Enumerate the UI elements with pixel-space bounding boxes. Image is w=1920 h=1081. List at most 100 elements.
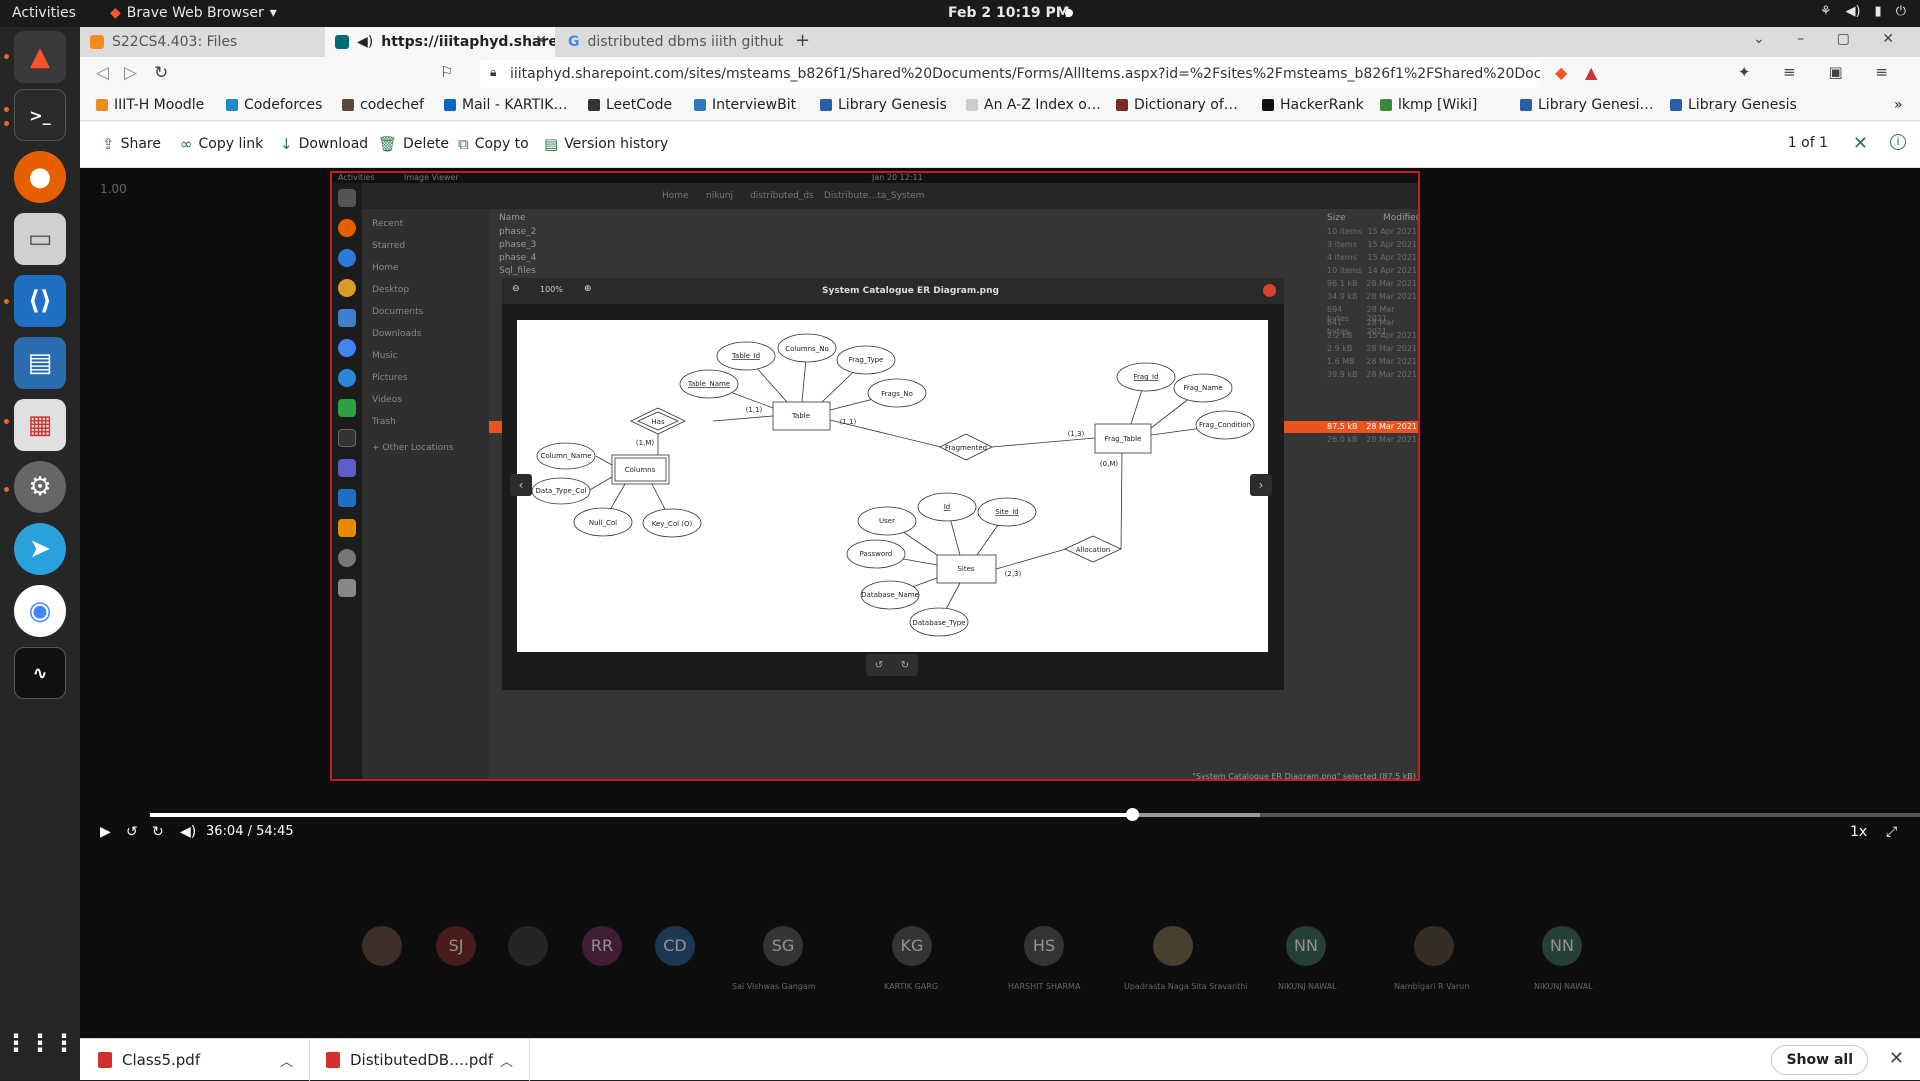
activities-button[interactable]: Activities [12,5,76,21]
brave-dock-icon[interactable]: ▲ [14,31,66,83]
link-icon: ∞ [180,135,193,153]
files-dock-icon[interactable]: ▭ [14,213,66,265]
bookmark-leetcode[interactable]: LeetCode [588,97,672,113]
seek-bar[interactable] [150,808,1920,821]
download-filename: Class5.pdf [122,1051,201,1069]
writer-dock-icon[interactable]: ▤ [14,337,66,389]
next-image-icon: › [1250,474,1272,496]
fullscreen-icon[interactable]: ⤢ [1886,824,1897,840]
google-icon: G [568,34,580,50]
volume-icon[interactable]: ◀) [180,824,196,840]
brave-shields-icon[interactable]: ◆ [1555,63,1567,82]
document-viewer-dock-icon[interactable]: ▦ [14,399,66,451]
app-menu[interactable]: ◆ Brave Web Browser ▾ [110,5,277,21]
bookmark-libgen-1[interactable]: Library Genesis [820,97,947,113]
power-icon: ⏻ [1895,4,1906,19]
svg-text:(1,3): (1,3) [1068,430,1085,438]
file-manager-header: Home nikunj distributed_ds Distribute…ta… [362,183,1418,209]
download-button[interactable]: ↓ Download [280,135,368,153]
forward-10-icon[interactable]: ↻ [152,824,164,840]
rotate-right-icon: ↻ [900,659,910,671]
tab-sharepoint[interactable]: ◀) https://iiitaphyd.sharep ✕ [325,27,555,57]
bookmark-interviewbit[interactable]: InterviewBit [694,97,796,113]
chevron-up-icon[interactable]: ︿ [500,1051,513,1070]
vscode-dock-icon[interactable]: ⟨⟩ [14,275,66,327]
bookmark-libgen-3[interactable]: Library Genesis [1670,97,1797,113]
seek-handle[interactable] [1126,808,1140,821]
participant-avatar: CD [655,926,695,966]
close-tab-icon[interactable]: ✕ [535,33,547,49]
tab-label: distributed dbms iiith github [587,34,784,50]
rewind-10-icon[interactable]: ↺ [126,824,138,840]
window-controls[interactable]: ⌄ – ▢ ✕ [1753,31,1908,47]
back-icon[interactable]: ◁ [96,63,109,83]
tab-label: https://iiitaphyd.sharep [381,34,555,50]
bookmark-codechef[interactable]: codechef [342,97,424,113]
rotate-left-icon: ↺ [874,659,884,671]
bookmark-dictionary[interactable]: Dictionary of… [1116,97,1238,113]
settings-dock-icon[interactable]: ⚙ [14,461,66,513]
chevron-up-icon[interactable]: ︿ [280,1051,293,1070]
copy-link-button[interactable]: ∞ Copy link [180,135,263,153]
new-tab-icon[interactable]: + [795,30,810,51]
participant-avatar: KG [892,926,932,966]
svg-text:(0,M): (0,M) [1100,460,1118,468]
playback-speed[interactable]: 1x [1850,824,1867,840]
svg-text:Password: Password [860,550,893,558]
er-diagram-svg: Table Columns Frag_Table Sites Has Fragm… [531,333,1255,637]
svg-text:(2,3): (2,3) [1005,570,1022,578]
zoom-out-icon: ⊖ [512,284,520,294]
tab-label: S22CS4.403: Files [112,34,238,50]
chevron-down-icon: ▾ [269,5,277,21]
terminal-dock-icon[interactable]: >_ [14,89,66,141]
moodle-icon [90,35,104,49]
url-field[interactable]: 🔒︎ iiitaphyd.sharepoint.com/sites/msteam… [480,60,1540,88]
previous-image-icon: ‹ [510,474,532,496]
brave-rewards-icon[interactable]: ▲ [1585,63,1597,82]
download-item[interactable]: Class5.pdf ︿ [80,1039,310,1081]
bookmark-hackerrank[interactable]: HackerRank [1262,97,1364,113]
tab-files[interactable]: S22CS4.403: Files [80,27,325,57]
play-icon[interactable]: ▶ [100,824,111,840]
participant-name: Upadrasta Naga Sita Sravanthi [1124,982,1248,991]
participant-avatar: NN [1286,926,1326,966]
reload-icon[interactable]: ↻ [154,63,168,83]
bookmark-mail[interactable]: Mail - KARTIK… [444,97,567,113]
bookmark-az-index[interactable]: An A-Z Index o… [966,97,1101,113]
telegram-dock-icon[interactable]: ➤ [14,523,66,575]
volume-icon: ◀) [1845,4,1861,19]
forward-icon[interactable]: ▷ [124,63,137,83]
toolbar-icons[interactable]: ✦ ≡ ▣ ≡ [1738,63,1902,81]
close-shelf-icon[interactable]: ✕ [1889,1048,1904,1069]
video-player[interactable]: 1.00 Activities Image Viewer Jan 20 12:1… [80,168,1920,1038]
svg-text:(1,M): (1,M) [636,439,654,447]
info-icon[interactable]: i [1890,134,1906,150]
show-all-button[interactable]: Show all [1771,1045,1868,1075]
participant-avatar [508,926,548,966]
copy-to-button[interactable]: ⧉ Copy to [458,135,529,153]
app-menu-label: Brave Web Browser [126,5,264,21]
bookmark-codeforces[interactable]: Codeforces [226,97,322,113]
bookmark-libgen-2[interactable]: Library Genesi… [1520,97,1654,113]
delete-button[interactable]: 🗑︎ Delete [378,135,449,153]
svg-text:Frag_Name: Frag_Name [1183,384,1222,392]
more-bookmarks-icon[interactable]: » [1894,97,1903,113]
show-applications-icon[interactable]: ⋮⋮⋮ [4,1017,76,1069]
bookmark-icon[interactable]: ⚐ [440,63,453,81]
download-item[interactable]: DistibutedDB….pdf ︿ [310,1039,530,1081]
participant-avatar [362,926,402,966]
bookmark-moodle[interactable]: IIIT-H Moodle [96,97,204,113]
close-preview-icon[interactable]: ✕ [1853,133,1868,154]
system-monitor-dock-icon[interactable]: ∿ [14,647,66,699]
svg-text:Frag_Id: Frag_Id [1133,373,1158,381]
system-tray[interactable]: ⚘ ◀) ▮ ⏻ [1820,4,1906,19]
version-history-button[interactable]: ▤ Version history [544,135,668,153]
history-icon: ▤ [544,135,559,153]
clock[interactable]: Feb 2 10:19 PM [948,5,1070,21]
bookmark-lkmp[interactable]: lkmp [Wiki] [1380,97,1477,113]
chrome-dock-icon[interactable]: ◉ [14,585,66,637]
tab-google-search[interactable]: G distributed dbms iiith github [558,27,783,57]
firefox-dock-icon[interactable]: ● [14,151,66,203]
share-button[interactable]: ⇪ Share [102,135,161,153]
lock-icon: 🔒︎ [490,65,497,79]
